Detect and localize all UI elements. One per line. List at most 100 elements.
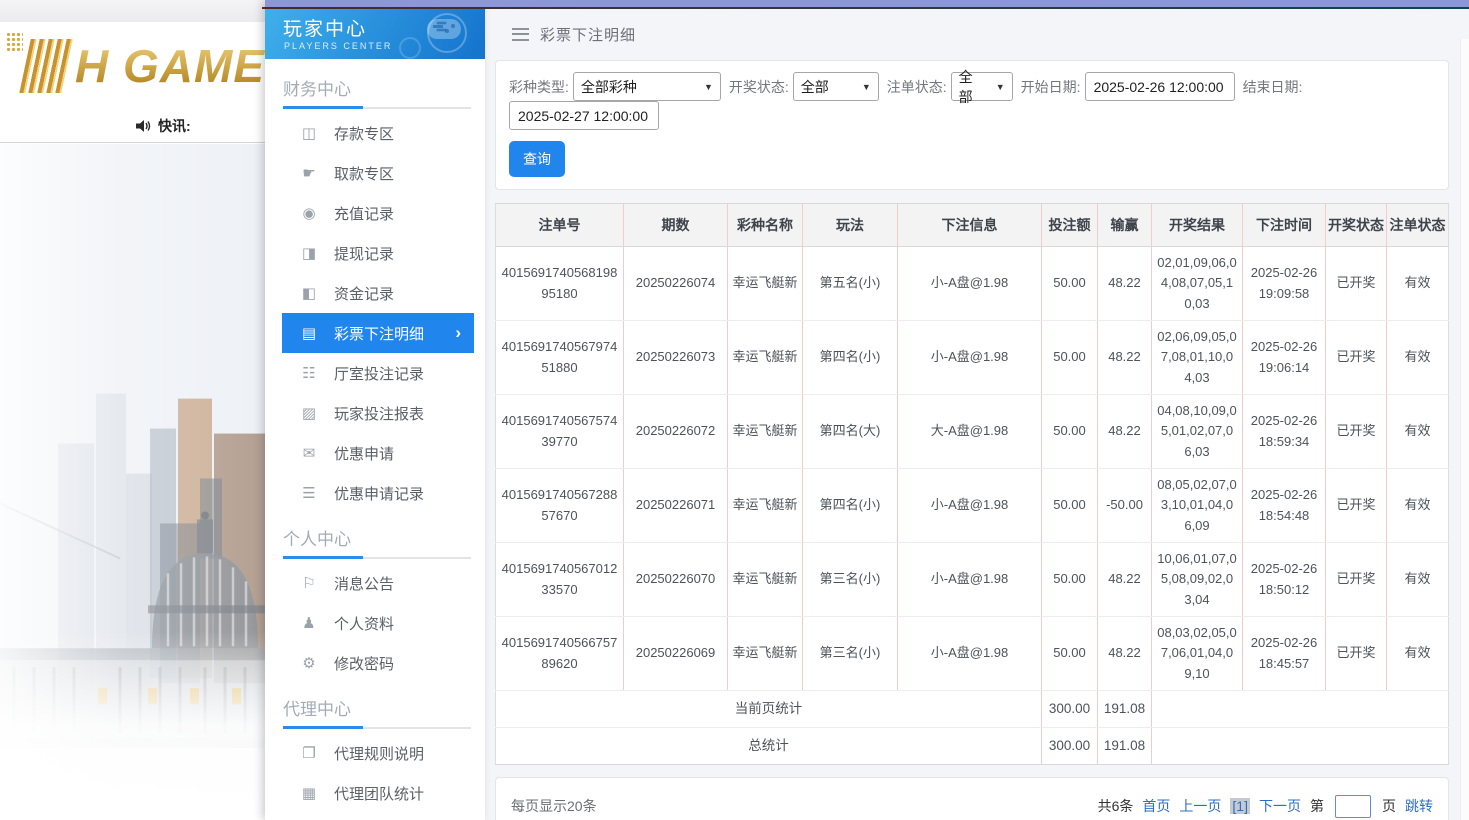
sidebar-item-label: 玩家投注报表 (334, 403, 424, 424)
table-cell: 401569174056728857670 (496, 469, 624, 543)
draw-status-select[interactable]: 全部 ▼ (793, 72, 879, 101)
summary-bet-total: 300.00 (1042, 691, 1098, 728)
deposit-card-icon: ◫ (299, 124, 319, 142)
table-cell: 第三名(小) (803, 617, 898, 691)
total-count-text: 共6条 (1098, 796, 1134, 816)
table-cell: 已开奖 (1326, 321, 1387, 395)
sidebar-item-bell[interactable]: ⚐消息公告 (282, 563, 474, 603)
table-cell: 08,05,02,07,03,10,01,04,06,09 (1152, 469, 1243, 543)
table-cell: 幸运飞艇新 (728, 395, 803, 469)
order-status-label: 注单状态: (887, 77, 947, 97)
column-header: 开奖状态 (1326, 204, 1387, 247)
lottery-bet-detail-icon: ▤ (299, 324, 319, 342)
table-cell: 第三名(小) (803, 543, 898, 617)
search-button[interactable]: 查询 (509, 141, 565, 177)
pagination-bar: 每页显示20条 共6条 首页 上一页 [1] 下一页 第 页 跳转 (495, 777, 1449, 820)
sidebar-item-deposit-card[interactable]: ◫存款专区 (282, 113, 474, 153)
column-header: 玩法 (803, 204, 898, 247)
table-cell: 幸运飞艇新 (728, 543, 803, 617)
column-header: 期数 (624, 204, 728, 247)
sidebar-menu: 财务中心◫存款专区☛取款专区◉充值记录◨提现记录◧资金记录▤彩票下注明细›☷厅室… (265, 59, 485, 813)
table-cell: 幸运飞艇新 (728, 469, 803, 543)
table-cell: 48.22 (1098, 321, 1152, 395)
table-cell: 20250226070 (624, 543, 728, 617)
column-header: 彩种名称 (728, 204, 803, 247)
sidebar-item-label: 彩票下注明细 (334, 323, 424, 344)
chevron-right-icon: › (455, 323, 461, 343)
sidebar-item-label: 优惠申请 (334, 443, 394, 464)
lottery-type-value: 全部彩种 (581, 77, 637, 97)
news-ticker-bar: 快讯: (0, 110, 265, 143)
table-header-row: 注单号期数彩种名称玩法下注信息投注额输赢开奖结果下注时间开奖状态注单状态 (496, 204, 1449, 247)
logo-dots-decor (6, 32, 23, 52)
sidebar-item-label: 个人资料 (334, 613, 394, 634)
table-cell: 20250226073 (624, 321, 728, 395)
table-cell: 20250226074 (624, 247, 728, 321)
section-underline (283, 557, 471, 559)
sidebar-item-withdrawal-record[interactable]: ◨提现记录 (282, 233, 474, 273)
column-header: 开奖结果 (1152, 204, 1243, 247)
table-cell: 48.22 (1098, 543, 1152, 617)
table-cell: 50.00 (1042, 617, 1098, 691)
sidebar-item-promo-apply-record[interactable]: ☰ 优惠申请记录 (282, 473, 474, 513)
table-cell: 幸运飞艇新 (728, 247, 803, 321)
next-page-link[interactable]: 下一页 (1259, 796, 1301, 816)
sidebar-item-label: 优惠申请记录 (334, 483, 424, 504)
promo-apply-record-icon: ☰ (299, 484, 319, 502)
end-date-input[interactable] (509, 101, 659, 130)
scrollbar-track[interactable] (1460, 39, 1469, 820)
lottery-type-label: 彩种类型: (509, 77, 569, 97)
sidebar-item-label: 取款专区 (334, 163, 394, 184)
jump-link[interactable]: 跳转 (1405, 796, 1433, 816)
withdraw-hand-icon: ☛ (299, 164, 319, 182)
page-size-text: 每页显示20条 (511, 796, 597, 816)
sidebar-item-agent-team-stats[interactable]: ▦代理团队统计 (282, 773, 474, 813)
jump-page-input[interactable] (1335, 795, 1371, 818)
table-cell: 第四名(大) (803, 395, 898, 469)
chevron-down-icon: ▼ (986, 82, 1005, 92)
summary-row: 当前页统计300.00191.08 (496, 691, 1449, 728)
logo-text: H GAME (75, 39, 265, 93)
table-cell: 有效 (1387, 469, 1449, 543)
sidebar-item-agent-rules[interactable]: ❐代理规则说明 (282, 733, 474, 773)
draw-status-value: 全部 (801, 77, 829, 97)
sidebar-item-label: 提现记录 (334, 243, 394, 264)
top-accent-strip (265, 0, 1469, 7)
sidebar-item-hall-bet-record[interactable]: ☷厅室投注记录 (282, 353, 474, 393)
sidebar-item-player-bet-report[interactable]: ▨玩家投注报表 (282, 393, 474, 433)
table-cell: 小-A盘@1.98 (898, 321, 1042, 395)
sidebar-section-label: 代理中心 (265, 683, 485, 727)
table-cell: 10,06,01,07,05,08,09,02,03,04 (1152, 543, 1243, 617)
sidebar-item-gear[interactable]: ⚙修改密码 (282, 643, 474, 683)
column-header: 投注额 (1042, 204, 1098, 247)
start-date-input[interactable] (1085, 72, 1235, 101)
sidebar-item-funds-record[interactable]: ◧资金记录 (282, 273, 474, 313)
current-page-indicator: [1] (1230, 798, 1250, 814)
menu-toggle-icon[interactable] (512, 28, 529, 41)
bell-icon: ⚐ (299, 574, 319, 592)
sidebar-item-lottery-bet-detail[interactable]: ▤ 彩票下注明细 › (282, 313, 474, 353)
promo-apply-icon: ✉ (299, 444, 319, 462)
table-cell: 有效 (1387, 321, 1449, 395)
column-header: 注单号 (496, 204, 624, 247)
bets-table: 注单号期数彩种名称玩法下注信息投注额输赢开奖结果下注时间开奖状态注单状态 401… (495, 203, 1449, 765)
bets-table-panel: 注单号期数彩种名称玩法下注信息投注额输赢开奖结果下注时间开奖状态注单状态 401… (495, 203, 1449, 765)
table-cell: 02,01,09,06,04,08,07,05,10,03 (1152, 247, 1243, 321)
order-status-select[interactable]: 全部 ▼ (951, 72, 1013, 101)
sidebar-item-profile[interactable]: ♟个人资料 (282, 603, 474, 643)
chevron-down-icon: ▼ (852, 82, 871, 92)
decor-circle (399, 37, 421, 59)
prev-page-link[interactable]: 上一页 (1179, 796, 1221, 816)
table-row: 40156917405679745188020250226073幸运飞艇新第四名… (496, 321, 1449, 395)
table-cell: 小-A盘@1.98 (898, 617, 1042, 691)
gear-icon: ⚙ (299, 654, 319, 672)
sidebar-item-recharge-moneybag[interactable]: ◉充值记录 (282, 193, 474, 233)
table-cell: 第五名(小) (803, 247, 898, 321)
breadcrumb: 彩票下注明细 (485, 9, 1469, 59)
summary-empty-cell (1152, 728, 1449, 765)
first-page-link[interactable]: 首页 (1142, 796, 1170, 816)
sidebar-item-promo-apply[interactable]: ✉ 优惠申请 (282, 433, 474, 473)
lottery-type-select[interactable]: 全部彩种 ▼ (573, 72, 721, 101)
sidebar-item-withdraw-hand[interactable]: ☛ 取款专区 (282, 153, 474, 193)
agent-rules-icon: ❐ (299, 744, 319, 762)
